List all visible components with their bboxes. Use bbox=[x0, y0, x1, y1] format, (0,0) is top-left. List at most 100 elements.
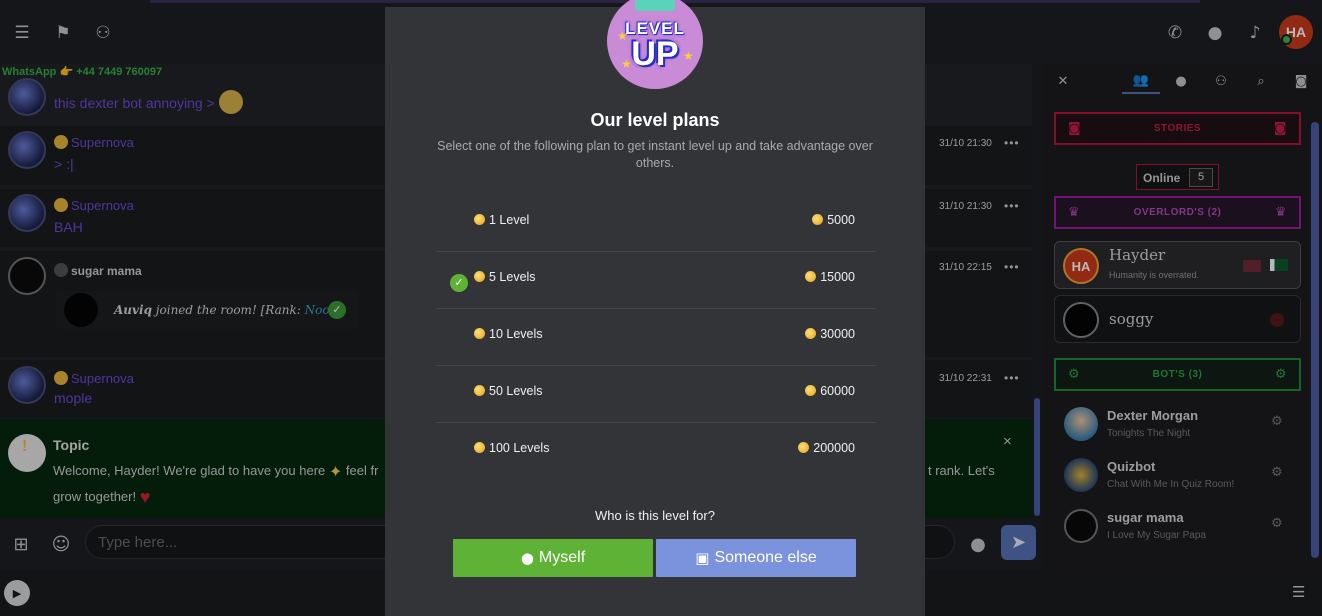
bot-mood: Tonights The Night bbox=[1107, 428, 1191, 439]
coin-icon bbox=[805, 271, 817, 282]
more-options-icon[interactable]: ••• bbox=[1004, 260, 1020, 274]
avatar-initials: HA bbox=[1071, 258, 1091, 274]
user-card[interactable]: HA Hayder Humanity is overrated. bbox=[1054, 241, 1301, 289]
bot-item[interactable]: Quizbot Chat With Me In Quiz Room! ⚙ bbox=[1062, 456, 1302, 496]
star-icon: ★ bbox=[621, 57, 632, 71]
plan-option[interactable]: 1 Level 5000 bbox=[436, 195, 876, 252]
bell-icon[interactable]: ♪ bbox=[1244, 22, 1266, 44]
message-username[interactable]: Supernova bbox=[54, 135, 134, 150]
user-avatar[interactable] bbox=[8, 78, 46, 116]
user-shield-icon[interactable]: ⚇ bbox=[92, 22, 114, 44]
topic-text-line2: grow together! ♥ bbox=[53, 487, 151, 507]
user-avatar: HA bbox=[1063, 248, 1099, 284]
more-options-icon[interactable]: ••• bbox=[1004, 371, 1020, 385]
smile-icon[interactable]: ☺ bbox=[49, 532, 73, 556]
panel-scrollbar[interactable] bbox=[1311, 122, 1319, 558]
rank-emoji-icon bbox=[54, 263, 68, 277]
plus-square-icon[interactable]: ⊞ bbox=[9, 532, 33, 556]
user-shield-tab-icon[interactable]: ⚇ bbox=[1202, 68, 1240, 94]
plan-price: 5000 bbox=[812, 213, 855, 227]
chat-bubble-icon[interactable]: ● bbox=[1204, 22, 1226, 44]
coin-icon bbox=[798, 442, 810, 453]
close-panel-icon[interactable]: ✕ bbox=[1044, 68, 1082, 94]
level-up-logo: LEVEL UP ★ ★ ★ bbox=[607, 0, 703, 89]
user-avatar[interactable] bbox=[8, 194, 46, 232]
overlords-header[interactable]: ♛ OVERLORD'S (2) ♛ bbox=[1054, 196, 1301, 229]
more-options-icon[interactable]: ••• bbox=[1004, 199, 1020, 213]
flag-icon[interactable]: ⚑ bbox=[52, 22, 74, 44]
plan-option-selected[interactable]: ✓ 5 Levels 15000 bbox=[436, 252, 876, 309]
bot-avatar bbox=[1064, 458, 1098, 492]
hamburger-icon[interactable]: ☰ bbox=[1292, 583, 1305, 601]
stories-header[interactable]: ◙ STORIES ◙ bbox=[1054, 112, 1301, 145]
topic-text-right: t rank. Let's bbox=[928, 463, 995, 478]
mic-icon[interactable]: ● bbox=[966, 532, 990, 556]
bot-mood: I Love My Sugar Papa bbox=[1107, 530, 1206, 541]
selected-check-icon: ✓ bbox=[450, 274, 468, 292]
someone-else-button[interactable]: ▣ Someone else bbox=[656, 539, 856, 577]
app-root: ☰ ⚑ ⚇ ✆ ● ♪ HA WhatsApp 👉 +44 7449 76009… bbox=[0, 0, 1322, 616]
bots-header[interactable]: ⚙ BOT'S (3) ⚙ bbox=[1054, 358, 1301, 391]
star-icon: ★ bbox=[617, 29, 628, 43]
someone-else-label: Someone else bbox=[714, 549, 817, 566]
chat-scroll-thumb[interactable] bbox=[1034, 398, 1040, 516]
robot-icon: ⚙ bbox=[1271, 516, 1283, 531]
phone-plus-icon[interactable]: ✆ bbox=[1164, 22, 1186, 44]
more-options-icon[interactable]: ••• bbox=[1004, 136, 1020, 150]
menu-icon[interactable]: ☰ bbox=[11, 22, 33, 44]
user-avatar[interactable] bbox=[8, 131, 46, 169]
user-icon[interactable]: ● bbox=[1162, 68, 1200, 94]
message-text: this dexter bot annoying > bbox=[54, 90, 243, 114]
profile-avatar[interactable]: HA bbox=[1279, 15, 1313, 49]
online-count: 5 bbox=[1189, 168, 1213, 187]
plan-option[interactable]: 10 Levels 30000 bbox=[436, 309, 876, 366]
plan-price: 15000 bbox=[805, 270, 855, 284]
plan-label: 50 Levels bbox=[474, 384, 543, 398]
play-button[interactable]: ▶ bbox=[4, 580, 30, 606]
join-text: Auviq joined the room! [Rank: Noob] bbox=[114, 303, 342, 317]
robot-icon: ⚙ bbox=[1068, 367, 1081, 382]
search-icon[interactable]: ⌕ bbox=[1242, 68, 1280, 94]
star-icon: ★ bbox=[683, 49, 694, 63]
message-input[interactable] bbox=[98, 532, 378, 552]
message-text: > :| bbox=[54, 156, 74, 172]
online-label: Online bbox=[1143, 171, 1181, 185]
user-avatar[interactable] bbox=[8, 257, 46, 295]
users-icon[interactable]: 👥 bbox=[1122, 68, 1160, 94]
myself-button[interactable]: ● Myself bbox=[453, 539, 653, 577]
coin-icon bbox=[474, 271, 485, 282]
modal-title: Our level plans bbox=[590, 110, 720, 130]
bot-item[interactable]: sugar mama I Love My Sugar Papa ⚙ bbox=[1062, 507, 1302, 547]
coin-icon bbox=[812, 214, 824, 225]
modal-subtitle: Select one of the following plan to get … bbox=[437, 139, 873, 170]
camera-icon[interactable]: ◙ bbox=[1282, 68, 1320, 94]
plan-option[interactable]: 100 Levels 200000 bbox=[436, 423, 876, 480]
rank-emoji-icon bbox=[54, 371, 68, 385]
bot-name: sugar mama bbox=[1107, 510, 1184, 525]
bot-item[interactable]: Dexter Morgan Tonights The Night ⚙ bbox=[1062, 405, 1302, 445]
online-counter: Online 5 bbox=[1136, 164, 1219, 190]
heart-icon: ♥ bbox=[139, 487, 151, 507]
send-button[interactable]: ➤ bbox=[1001, 525, 1036, 560]
gift-icon: ▣ bbox=[695, 549, 710, 567]
message-time: 31/10 22:31 bbox=[939, 373, 992, 384]
message-username[interactable]: Supernova bbox=[54, 371, 134, 386]
message-username[interactable]: Supernova bbox=[54, 198, 134, 213]
overlords-label: OVERLORD'S (2) bbox=[1133, 207, 1222, 218]
message-time: 31/10 22:15 bbox=[939, 262, 992, 273]
bot-avatar bbox=[1064, 407, 1098, 441]
topic-text: Welcome, Hayder! We're glad to have you … bbox=[53, 463, 379, 481]
message-username[interactable]: sugar mama bbox=[54, 263, 142, 278]
send-icon: ➤ bbox=[1010, 532, 1027, 553]
plan-price: 200000 bbox=[798, 441, 855, 455]
joined-user-avatar[interactable] bbox=[64, 293, 98, 327]
camera-icon: ◙ bbox=[1273, 121, 1287, 136]
crown-icon: ♛ bbox=[1274, 205, 1287, 220]
user-avatar[interactable] bbox=[8, 366, 46, 404]
user-card[interactable]: soggy bbox=[1054, 295, 1301, 343]
topic-close-button[interactable]: × bbox=[1003, 433, 1012, 450]
robot-icon: ⚙ bbox=[1274, 367, 1287, 382]
country-flag-icon bbox=[1270, 259, 1288, 271]
message-time: 31/10 21:30 bbox=[939, 201, 992, 212]
plan-option[interactable]: 50 Levels 60000 bbox=[436, 366, 876, 423]
